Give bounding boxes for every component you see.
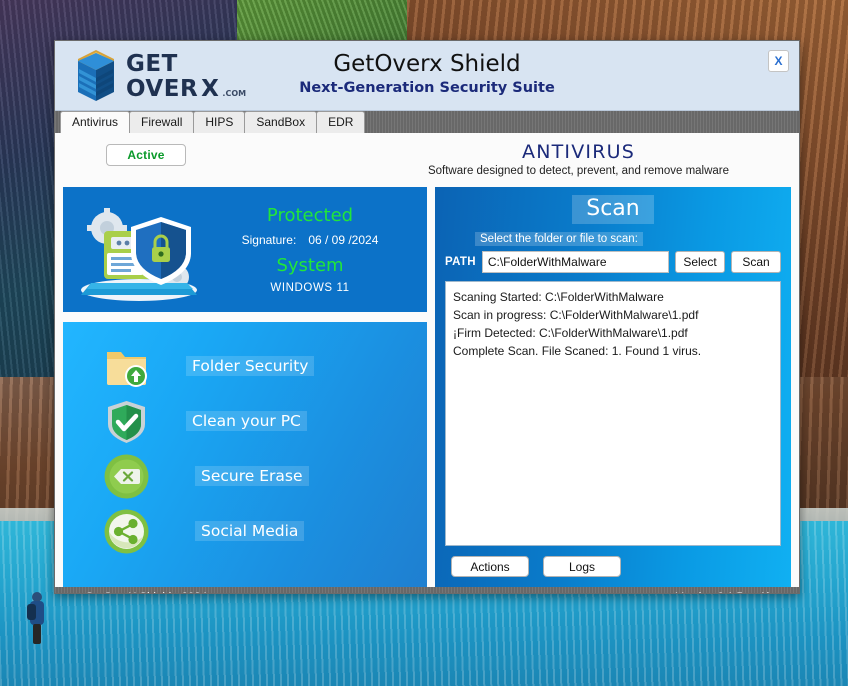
brand-logo: GET OVER X .COM [75,49,246,103]
signature-value: 06 / 09 /2024 [308,233,379,247]
status-bar: GetOverX Shield - 2024 Version 2.1.5 Abo… [55,587,799,593]
title-bar: GET OVER X .COM GetOverx Shield Next-Gen… [55,41,799,111]
tab-content-antivirus: Active ANTIVIRUS Software designed to de… [55,133,799,587]
application-window: GET OVER X .COM GetOverx Shield Next-Gen… [54,40,800,594]
feature-label-secure-erase[interactable]: Secure Erase [195,466,309,486]
tab-bar: Antivirus Firewall HIPS SandBox EDR [55,111,799,133]
feature-label-folder-security[interactable]: Folder Security [186,356,315,376]
scan-action-buttons: Actions Logs [445,556,781,577]
log-line: Scan in progress: C:\FolderWithMalware\1… [453,308,699,322]
status-bar-right: Version 2.1.5 About [676,592,789,593]
feature-folder-security[interactable]: Folder Security [63,340,427,392]
erase-tag-icon [104,454,149,498]
section-title: ANTIVIRUS [522,141,635,163]
log-line: Complete Scan. File Scaned: 1. Found 1 v… [453,344,702,358]
scan-log-output[interactable]: Scaning Started: C:\FolderWithMalware Sc… [445,281,781,546]
panels-container: Protected Signature: 06 / 09 /2024 System… [55,187,799,587]
path-label: PATH [445,256,476,268]
close-icon[interactable]: X [768,50,789,72]
brand-line-2: OVER [126,76,199,102]
scan-button[interactable]: Scan [731,251,781,273]
feature-label-clean-your-pc[interactable]: Clean your PC [186,411,307,431]
laptop-shield-lock-icon [81,207,197,301]
protection-status-card: Protected Signature: 06 / 09 /2024 System… [63,187,427,312]
os-value: WINDOWS 11 [270,282,350,294]
signature-label: Signature: [241,233,297,247]
blue-cube-logo-icon [78,50,114,101]
log-line: Scaning Started: C:\FolderWithMalware [453,290,664,304]
tab-sandbox[interactable]: SandBox [244,111,318,133]
feature-clean-your-pc[interactable]: Clean your PC [63,395,427,447]
about-link[interactable]: About [759,592,789,593]
logs-button[interactable]: Logs [543,556,621,577]
share-nodes-icon [104,509,149,553]
path-row: PATH Select Scan [445,251,781,273]
protection-status-info: Protected Signature: 06 / 09 /2024 System… [209,205,421,294]
select-button[interactable]: Select [675,251,725,273]
section-subtitle: Software designed to detect, prevent, an… [427,165,730,177]
right-column: Scan Select the folder or file to scan: … [435,187,791,587]
path-input[interactable] [481,251,669,273]
actions-button[interactable]: Actions [451,556,529,577]
shield-check-icon [108,400,145,443]
scan-hint: Select the folder or file to scan: [475,232,643,246]
brand-x: X [201,76,220,102]
scan-heading: Scan [572,195,654,224]
tab-firewall[interactable]: Firewall [129,111,195,133]
tab-hips[interactable]: HIPS [193,111,246,133]
wallpaper-hiker-figure [27,592,46,644]
log-line: ¡Firm Detected: C:\FolderWithMalware\1.p… [453,326,688,340]
folder-upload-icon [107,351,147,387]
brand-com: .COM [222,89,247,98]
feature-label-social-media[interactable]: Social Media [195,521,305,541]
left-column: Protected Signature: 06 / 09 /2024 System… [63,187,427,587]
scan-panel: Scan Select the folder or file to scan: … [435,187,791,587]
feature-social-media[interactable]: Social Media [63,505,427,557]
signature-row: Signature: 06 / 09 /2024 [209,233,411,247]
brand-line-1: GET [126,51,178,77]
features-card: Folder Security Clean your PC Secure Era… [63,322,427,587]
version-label: Version 2.1.5 [676,592,743,593]
system-label: System [276,255,344,276]
feature-secure-erase[interactable]: Secure Erase [63,450,427,502]
status-bar-copyright: GetOverX Shield - 2024 [85,592,207,593]
tab-edr[interactable]: EDR [316,111,366,133]
protected-label: Protected [266,205,354,226]
status-badge[interactable]: Active [106,144,186,166]
section-title-wrap: ANTIVIRUS Software designed to detect, p… [186,141,791,177]
section-header: Active ANTIVIRUS Software designed to de… [55,133,799,187]
tab-antivirus[interactable]: Antivirus [60,111,131,133]
